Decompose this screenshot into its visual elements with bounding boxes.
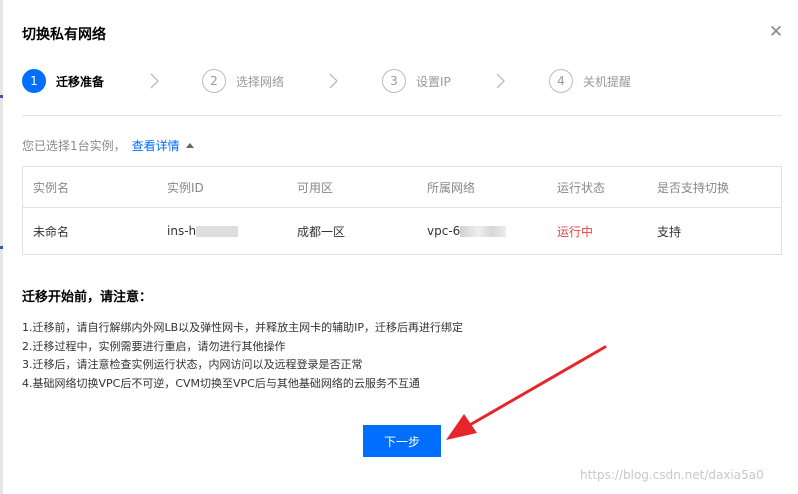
step-4-number: 4 xyxy=(549,69,573,93)
status-cell: 运行中 xyxy=(557,224,594,239)
column-header: 可用区 xyxy=(297,180,334,195)
caret-up-icon[interactable] xyxy=(185,143,194,148)
notice-item: 2.迁移过程中，实例需要进行重启，请勿进行其他操作 xyxy=(22,339,286,353)
divider xyxy=(22,115,782,116)
close-icon[interactable]: ✕ xyxy=(766,22,786,42)
column-header: 实例ID xyxy=(167,180,204,195)
instance-id-prefix: ins-h xyxy=(167,224,197,238)
step-3-number: 3 xyxy=(382,69,406,93)
table-row: 未命名 ins-h 成都一区 vpc-6 运行中 支持 xyxy=(23,208,781,254)
vpc-id-prefix: vpc-6 xyxy=(427,224,461,238)
step-1-label: 迁移准备 xyxy=(56,74,105,89)
notice-list: 1.迁移前，请自行解绑内外网LB以及弹性网卡，并释放主网卡的辅助IP，迁移后再进… xyxy=(22,319,463,393)
instance-table: 实例名 实例ID 可用区 所属网络 运行状态 是否支持切换 未命名 ins-h … xyxy=(22,166,782,255)
step-4-label: 关机提醒 xyxy=(583,74,632,89)
notice-title: 迁移开始前，请注意： xyxy=(22,290,153,305)
column-header: 所属网络 xyxy=(427,180,476,195)
step-3-label: 设置IP xyxy=(416,74,451,89)
step-3: 3 设置IP xyxy=(382,67,451,95)
view-details-link[interactable]: 查看详情 xyxy=(132,139,180,153)
table-header: 实例名 实例ID 可用区 所属网络 运行状态 是否支持切换 xyxy=(23,167,781,208)
step-2-number: 2 xyxy=(202,69,226,93)
dialog-title: 切换私有网络 xyxy=(22,27,106,43)
step-2-label: 选择网络 xyxy=(236,74,285,89)
notice-item: 3.迁移后，请注意检查实例运行状态，内网访问以及远程登录是否正常 xyxy=(22,358,363,371)
switch-support-cell: 支持 xyxy=(657,224,682,239)
instance-id-cell: ins-h xyxy=(167,208,239,254)
selection-summary: 您已选择1台实例， 查看详情 xyxy=(22,137,194,154)
chevron-right-icon xyxy=(496,73,505,89)
step-2: 2 选择网络 xyxy=(202,67,284,95)
step-1: 1 迁移准备 xyxy=(22,67,104,95)
selection-text: 您已选择1台实例， xyxy=(22,139,126,153)
background-marker xyxy=(0,95,3,98)
step-4: 4 关机提醒 xyxy=(549,67,631,95)
network-cell: vpc-6 xyxy=(427,208,507,254)
notice-item: 4.基础网络切换VPC后不可逆，CVM切换至VPC后与其他基础网络的云服务不互通 xyxy=(22,376,420,390)
zone-cell: 成都一区 xyxy=(297,224,346,239)
column-header: 运行状态 xyxy=(557,180,606,195)
chevron-right-icon xyxy=(329,73,338,89)
redacted-block xyxy=(196,225,239,237)
stepper: 1 迁移准备 2 选择网络 3 设置IP 4 关机提醒 xyxy=(22,67,782,95)
background-window-edge xyxy=(0,0,3,494)
chevron-right-icon xyxy=(150,73,159,89)
redacted-block xyxy=(460,225,507,237)
column-header: 是否支持切换 xyxy=(657,180,730,195)
background-marker xyxy=(0,246,3,249)
step-1-number: 1 xyxy=(22,69,46,93)
watermark: https://blog.csdn.net/daxia5a0 xyxy=(580,468,764,482)
instance-name-cell: 未命名 xyxy=(33,224,70,239)
column-header: 实例名 xyxy=(33,180,70,195)
next-step-button[interactable]: 下一步 xyxy=(363,425,441,457)
notice-item: 1.迁移前，请自行解绑内外网LB以及弹性网卡，并释放主网卡的辅助IP，迁移后再进… xyxy=(22,321,464,334)
